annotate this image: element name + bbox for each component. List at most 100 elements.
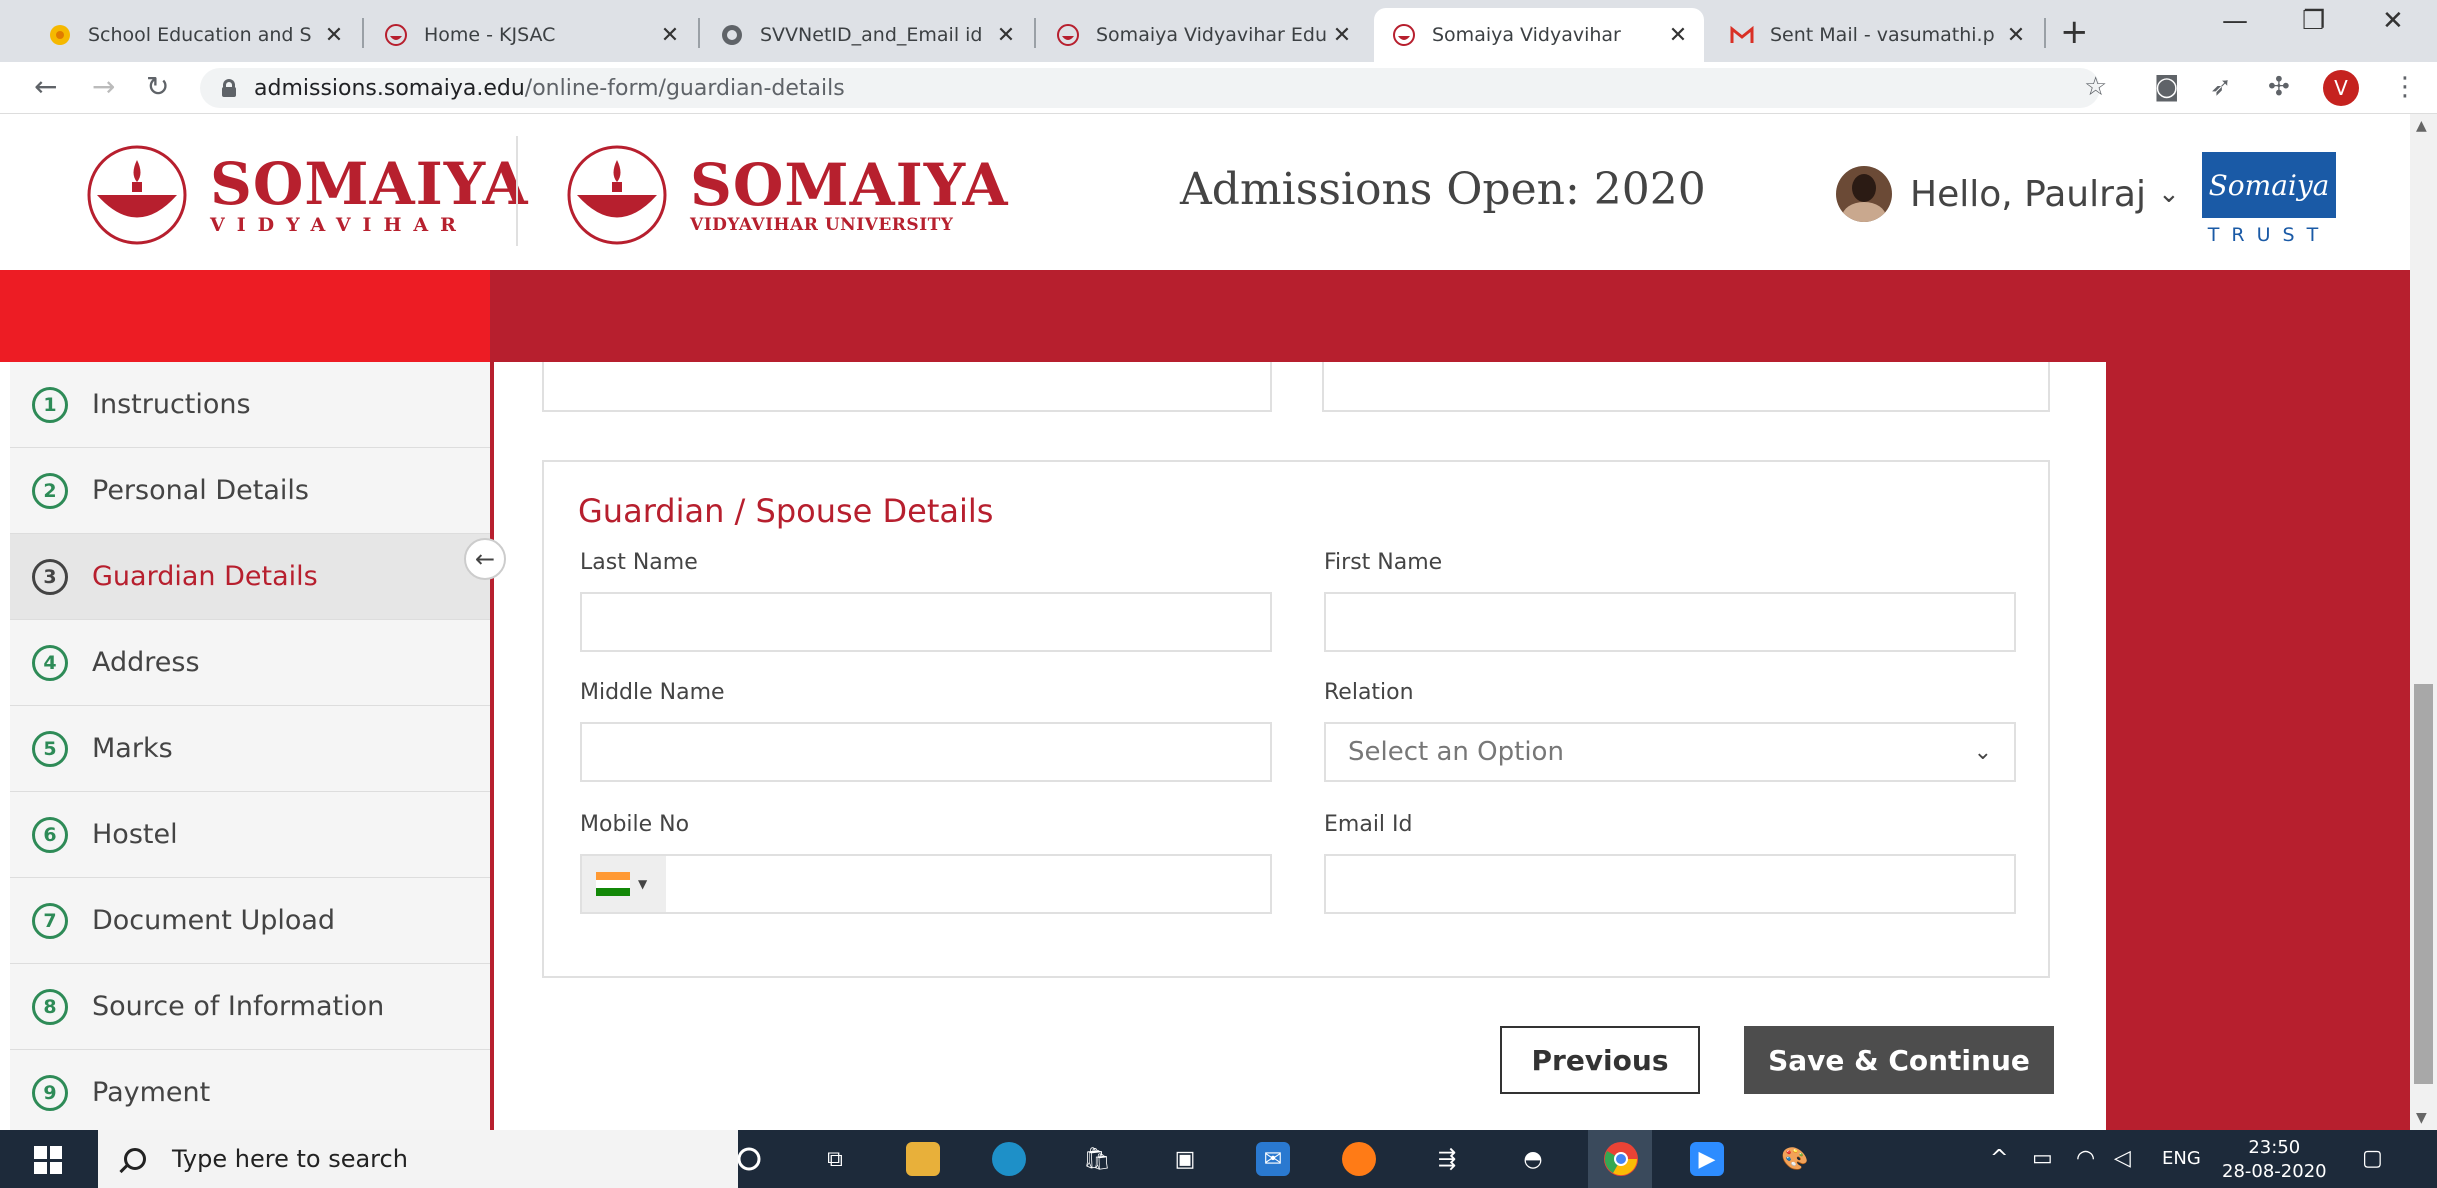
tab-title: Sent Mail - vasumathi.p <box>1770 24 1995 46</box>
zoom-icon[interactable]: ▶ <box>1690 1142 1724 1176</box>
step-number: 1 <box>32 386 68 423</box>
chevron-down-icon: ⌄ <box>1973 740 1992 765</box>
minimize-icon[interactable]: — <box>2222 6 2248 36</box>
chevron-down-icon: ⌄ <box>2157 179 2180 209</box>
clock-time: 23:50 <box>2248 1137 2301 1158</box>
taskbar-search-box[interactable]: Type here to search <box>98 1130 738 1188</box>
india-flag-icon <box>596 872 630 896</box>
clock[interactable]: 23:50 28-08-2020 <box>2222 1136 2327 1184</box>
form-content: Guardian / Spouse Details Last Name Firs… <box>494 362 2106 1130</box>
battery-icon[interactable]: ▭ <box>2032 1146 2053 1171</box>
browser-tab-1[interactable]: School Education and S ✕ <box>30 8 360 62</box>
close-tab-icon[interactable]: ✕ <box>994 23 1018 48</box>
close-tab-icon[interactable]: ✕ <box>322 23 346 48</box>
bookmark-star-icon[interactable]: ☆ <box>2084 72 2107 102</box>
chrome-icon[interactable] <box>1604 1142 1638 1176</box>
close-window-icon[interactable]: ✕ <box>2382 6 2404 36</box>
sidebar-item-address[interactable]: 4 Address <box>10 620 490 706</box>
browser-tab-5[interactable]: Somaiya Vidyavihar ✕ <box>1374 8 1704 62</box>
app-icon[interactable]: ⇶ <box>1430 1142 1464 1176</box>
somaiya-university-logo[interactable]: SOMAIYA VIDYAVIHAR UNIVERSITY <box>552 140 1008 250</box>
browser-tab-4[interactable]: Somaiya Vidyavihar Edu ✕ <box>1038 8 1368 62</box>
task-view-icon[interactable]: ⧉ <box>818 1142 852 1176</box>
sidebar-item-instructions[interactable]: 1 Instructions <box>10 362 490 448</box>
wifi-icon[interactable]: ◠ <box>2076 1146 2095 1171</box>
firefox-icon[interactable] <box>1342 1142 1376 1176</box>
last-name-input[interactable] <box>580 592 1272 652</box>
photos-icon[interactable]: ▣ <box>1168 1142 1202 1176</box>
trust-label: TRUST <box>2207 224 2331 246</box>
store-icon[interactable]: 🛍 <box>1080 1142 1114 1176</box>
middle-name-label: Middle Name <box>580 680 725 705</box>
step-number: 5 <box>32 730 68 767</box>
last-name-label: Last Name <box>580 550 698 575</box>
somaiya-trust-logo[interactable]: Somaiya TRUST <box>2202 152 2336 254</box>
profile-avatar[interactable]: V <box>2323 70 2359 106</box>
restore-icon[interactable]: ❐ <box>2302 6 2325 36</box>
steps-sidebar: 1 Instructions 2 Personal Details 3 Guar… <box>10 362 490 1130</box>
country-code-dropdown[interactable]: ▼ <box>582 856 666 912</box>
scroll-up-icon[interactable]: ▲ <box>2416 118 2427 134</box>
page-scrollbar[interactable]: ▲ ▼ <box>2410 114 2437 1130</box>
windows-start-icon[interactable] <box>34 1146 62 1174</box>
tab-title: SVVNetID_and_Email id <box>760 24 983 46</box>
user-avatar <box>1836 166 1892 222</box>
save-continue-button[interactable]: Save & Continue <box>1744 1026 2054 1094</box>
user-menu[interactable]: Hello, Paulraj ⌄ <box>1836 166 2180 222</box>
sidebar-item-document-upload[interactable]: 7 Document Upload <box>10 878 490 964</box>
scroll-down-icon[interactable]: ▼ <box>2416 1110 2427 1126</box>
cortana-icon[interactable] <box>732 1142 766 1176</box>
sidebar-item-guardian-details[interactable]: 3 Guardian Details <box>10 534 490 620</box>
sidebar-item-label: Guardian Details <box>92 561 318 592</box>
gmail-icon <box>1730 23 1754 47</box>
sidebar-item-marks[interactable]: 5 Marks <box>10 706 490 792</box>
menu-kebab-icon[interactable]: ⋮ <box>2392 72 2418 102</box>
sidebar-item-personal-details[interactable]: 2 Personal Details <box>10 448 490 534</box>
sidebar-item-label: Marks <box>92 733 173 764</box>
back-icon[interactable]: ← <box>34 70 57 103</box>
sidebar-item-source-of-information[interactable]: 8 Source of Information <box>10 964 490 1050</box>
vpn-icon[interactable]: ◓ <box>1516 1142 1550 1176</box>
edge-icon[interactable] <box>992 1142 1026 1176</box>
reload-icon[interactable]: ↻ <box>146 70 169 103</box>
somaiya-vidyavihar-logo[interactable]: SOMAIYA VIDYAVIHAR <box>72 140 528 250</box>
sidebar-item-payment[interactable]: 9 Payment <box>10 1050 490 1130</box>
mobile-input[interactable]: ▼ <box>580 854 1272 914</box>
email-input[interactable] <box>1324 854 2016 914</box>
collapse-sidebar-arrow-left-icon[interactable]: ← <box>464 538 506 580</box>
tray-expand-icon[interactable]: ^ <box>1990 1146 2008 1171</box>
browser-tab-2[interactable]: Home - KJSAC ✕ <box>366 8 696 62</box>
browser-tab-3[interactable]: SVVNetID_and_Email id ✕ <box>702 8 1032 62</box>
relation-select[interactable]: Select an Option ⌄ <box>1324 722 2016 782</box>
new-tab-icon[interactable]: + <box>2060 12 2089 52</box>
extensions-puzzle-icon[interactable]: ✣ <box>2268 72 2290 102</box>
forward-icon[interactable]: → <box>92 70 115 103</box>
paint-icon[interactable]: 🎨 <box>1778 1142 1812 1176</box>
sidebar-item-label: Hostel <box>92 819 178 850</box>
close-tab-icon[interactable]: ✕ <box>658 23 682 48</box>
logo-name: SOMAIYA <box>210 150 529 218</box>
notifications-icon[interactable]: ▢ <box>2362 1146 2383 1171</box>
scrollbar-thumb[interactable] <box>2414 684 2433 1084</box>
caret-down-icon: ▼ <box>638 877 648 891</box>
volume-icon[interactable]: ◁ <box>2114 1146 2131 1171</box>
previous-section-field[interactable] <box>1322 362 2050 412</box>
previous-button[interactable]: Previous <box>1500 1026 1700 1094</box>
file-explorer-icon[interactable] <box>906 1142 940 1176</box>
close-tab-icon[interactable]: ✕ <box>1666 23 1690 48</box>
middle-name-input[interactable] <box>580 722 1272 782</box>
sidebar-item-label: Payment <box>92 1077 211 1108</box>
rocket-extension-icon[interactable]: ➶ <box>2210 72 2232 102</box>
clock-date: 28-08-2020 <box>2222 1161 2327 1182</box>
camera-icon[interactable]: ◙ <box>2154 72 2179 102</box>
browser-tab-6[interactable]: Sent Mail - vasumathi.p ✕ <box>1712 8 2042 62</box>
language-indicator[interactable]: ENG <box>2162 1148 2201 1169</box>
previous-section-field[interactable] <box>542 362 1272 412</box>
close-tab-icon[interactable]: ✕ <box>2004 23 2028 48</box>
search-icon <box>124 1148 146 1170</box>
url-input[interactable]: admissions.somaiya.edu/online-form/guard… <box>200 68 2100 108</box>
first-name-input[interactable] <box>1324 592 2016 652</box>
mail-icon[interactable]: ✉ <box>1256 1142 1290 1176</box>
sidebar-item-hostel[interactable]: 6 Hostel <box>10 792 490 878</box>
close-tab-icon[interactable]: ✕ <box>1330 23 1354 48</box>
